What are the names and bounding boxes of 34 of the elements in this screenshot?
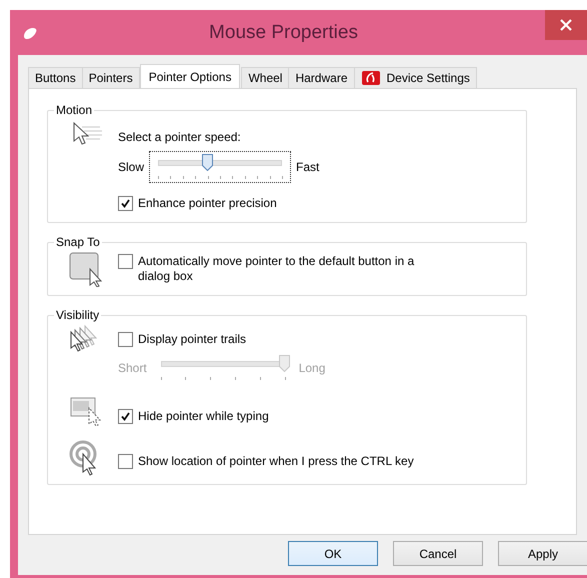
mouse-icon [22,26,38,40]
checkbox[interactable] [118,254,133,269]
slider-max-label: Fast [296,160,320,174]
dialog-button[interactable]: OK [288,541,378,566]
tab[interactable]: Pointers [82,67,140,88]
close-button[interactable] [545,10,587,40]
checkbox-label[interactable]: Hide pointer while typing [138,408,269,424]
slider-thumb[interactable] [202,154,213,171]
group-title: Snap To [55,235,101,249]
checkbox[interactable] [118,454,133,468]
dialog-button[interactable]: Cancel [393,541,483,566]
tab[interactable]: Wheel [241,67,290,88]
checkbox[interactable] [118,332,133,346]
tab[interactable]: Hardware [288,67,354,88]
window-title: Mouse Properties [209,22,358,44]
device-logo-icon [360,70,380,86]
checkbox-label[interactable]: Display pointer trails [138,332,246,346]
tab[interactable]: Pointer Options [140,64,240,88]
dialog-button[interactable]: Apply [498,541,587,566]
group-title: Motion [55,103,94,117]
checkbox[interactable] [118,196,133,211]
slider[interactable] [149,151,292,183]
tab[interactable]: Device Settings [354,67,477,88]
slider-caption: Select a pointer speed: [118,129,241,146]
slider-min-label: Slow [118,160,144,174]
group-title: Visibility [55,308,100,322]
slider-max-label: Long [298,361,326,375]
checkbox-label[interactable]: Show location of pointer when I press the CTRL key [138,454,414,468]
tab[interactable]: Buttons [28,67,83,88]
close-icon [560,19,572,31]
slider-min-label: Short [118,361,147,375]
checkbox[interactable] [118,408,133,424]
checkbox-label[interactable]: Automatically move pointer to the default button in a dialog box [138,254,438,284]
checkbox-label[interactable]: Enhance pointer precision [138,196,277,211]
